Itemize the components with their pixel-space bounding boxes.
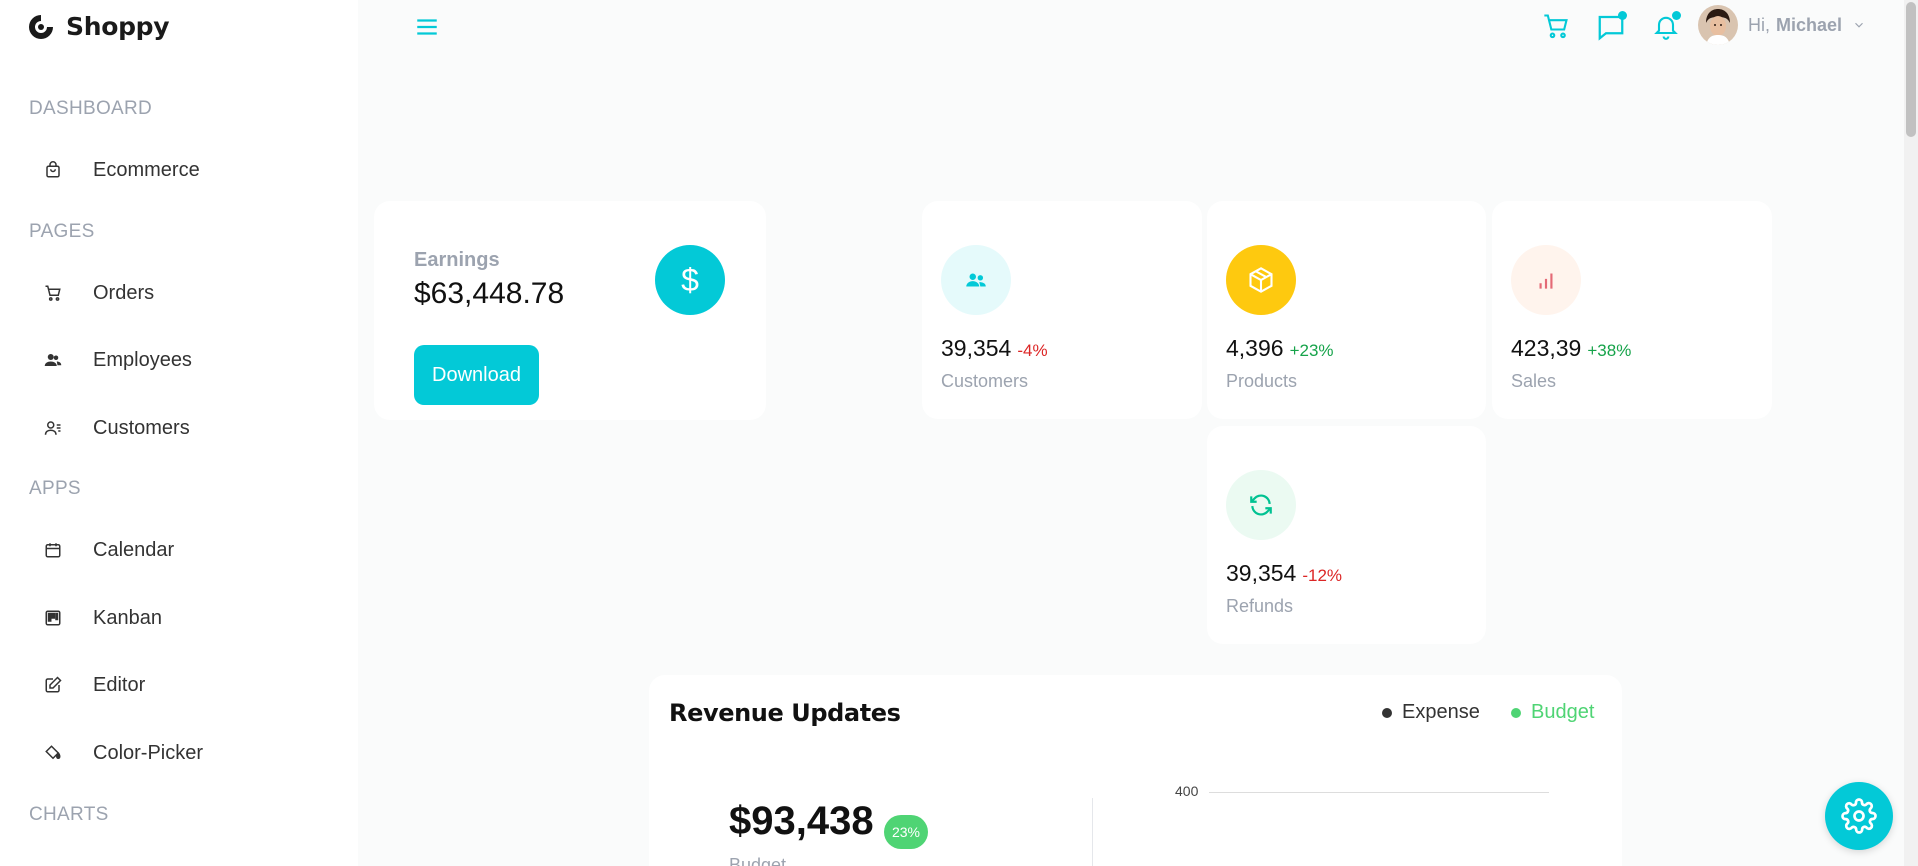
edit-icon [28,676,78,694]
page-scrollbar[interactable] [1904,0,1918,866]
earnings-title: Earnings [414,249,500,271]
customers-icon [28,419,78,437]
stat-change: -4% [1017,341,1048,360]
cart-button[interactable] [1542,12,1572,42]
shopping-bag-icon [28,161,78,179]
legend-dot [1511,707,1521,718]
sidebar-item-customers[interactable]: Customers [28,403,328,453]
sidebar-item-label: Kanban [93,606,162,629]
cart-icon [28,284,78,302]
sidebar-item-calendar[interactable]: Calendar [28,525,328,575]
stat-change: -12% [1302,566,1343,585]
sidebar-item-label: Editor [93,673,146,696]
legend-expense: Expense [1382,701,1480,724]
budget-amount: $93,438 [729,799,874,843]
brand-name: Shoppy [66,12,170,41]
sidebar-item-employees[interactable]: Employees [28,335,328,385]
section-label-pages: PAGES [29,221,95,242]
sidebar: Shoppy DASHBOARD Ecommerce PAGES Orders … [0,0,358,866]
user-profile-menu[interactable]: Hi, Michael [1698,5,1866,45]
sidebar-item-color-picker[interactable]: Color-Picker [28,728,328,778]
avatar [1698,5,1738,45]
stat-value: 4,396 [1226,335,1284,361]
users-icon[interactable] [941,245,1011,315]
username: Michael [1776,14,1843,35]
stat-card-sales: 423,39 +38% Sales [1492,201,1772,419]
refresh-icon[interactable] [1226,470,1296,540]
sidebar-item-label: Color-Picker [93,741,204,764]
stat-card-products: 4,396 +23% Products [1207,201,1486,419]
sidebar-item-label: Calendar [93,538,175,561]
notification-button[interactable] [1652,11,1682,42]
section-label-apps: APPS [29,478,81,499]
earnings-value: $63,448.78 [414,277,565,310]
stat-label: Refunds [1226,596,1294,616]
stat-value-row: 4,396 +23% [1226,335,1334,362]
stat-label: Customers [941,371,1029,391]
section-label-dashboard: DASHBOARD [29,98,153,119]
sidebar-item-kanban[interactable]: Kanban [28,593,328,643]
calendar-icon [28,541,78,559]
chat-button[interactable] [1596,11,1627,42]
stat-change: +38% [1587,341,1632,360]
stat-value: 39,354 [1226,560,1297,586]
sidebar-item-orders[interactable]: Orders [28,268,328,318]
kanban-icon [28,609,78,627]
legend-dot [1382,707,1392,718]
stat-value-row: 423,39 +38% [1511,335,1631,362]
sidebar-item-editor[interactable]: Editor [28,660,328,710]
budget-label: Budget [729,855,787,866]
divider [1092,798,1093,866]
cart-icon [1544,14,1568,39]
stat-card-customers: 39,354 -4% Customers [922,201,1202,419]
sidebar-item-label: Orders [93,281,155,304]
stat-value-row: 39,354 -12% [1226,560,1342,587]
section-label-charts: CHARTS [29,804,109,825]
stat-value: 423,39 [1511,335,1582,361]
download-button[interactable]: Download [414,345,539,405]
chart-grid-line [1209,792,1549,793]
scrollbar-thumb[interactable] [1906,2,1916,137]
stat-label: Products [1226,371,1298,391]
sidebar-item-label: Ecommerce [93,158,200,181]
revenue-updates-card: Revenue Updates Expense Budget $93,438 2… [649,675,1622,866]
stat-value: 39,354 [941,335,1012,361]
notification-dot [1672,11,1681,20]
axis-tick-label: 400 [1175,783,1199,799]
legend-label: Expense [1402,701,1480,723]
menu-icon [417,19,437,35]
shoppy-logo-icon [29,14,53,39]
stat-value-row: 39,354 -4% [941,335,1048,362]
legend-budget: Budget [1511,701,1594,724]
dollar-icon: $ [655,245,725,315]
paint-bucket-icon [28,744,78,762]
revenue-title: Revenue Updates [669,699,901,727]
bar-chart-icon[interactable] [1511,245,1581,315]
stat-label: Sales [1511,371,1557,391]
gear-icon [1841,798,1877,834]
settings-button[interactable] [1825,782,1893,850]
earnings-card: Earnings $63,448.78 $ Download [374,201,766,420]
stat-change: +23% [1289,341,1334,360]
budget-badge: 23% [884,815,928,849]
sidebar-item-ecommerce[interactable]: Ecommerce [28,145,328,195]
stat-card-refunds: 39,354 -12% Refunds [1207,426,1486,644]
sidebar-item-label: Customers [93,416,190,439]
greeting-text: Hi, [1748,14,1770,35]
chevron-down-icon [1855,22,1863,28]
brand[interactable]: Shoppy [28,12,170,41]
menu-toggle-button[interactable] [414,14,440,40]
sidebar-item-label: Employees [93,348,192,371]
employees-icon [28,351,78,369]
chat-notification-dot [1618,11,1627,20]
box-icon[interactable] [1226,245,1296,315]
legend-label: Budget [1531,701,1595,723]
